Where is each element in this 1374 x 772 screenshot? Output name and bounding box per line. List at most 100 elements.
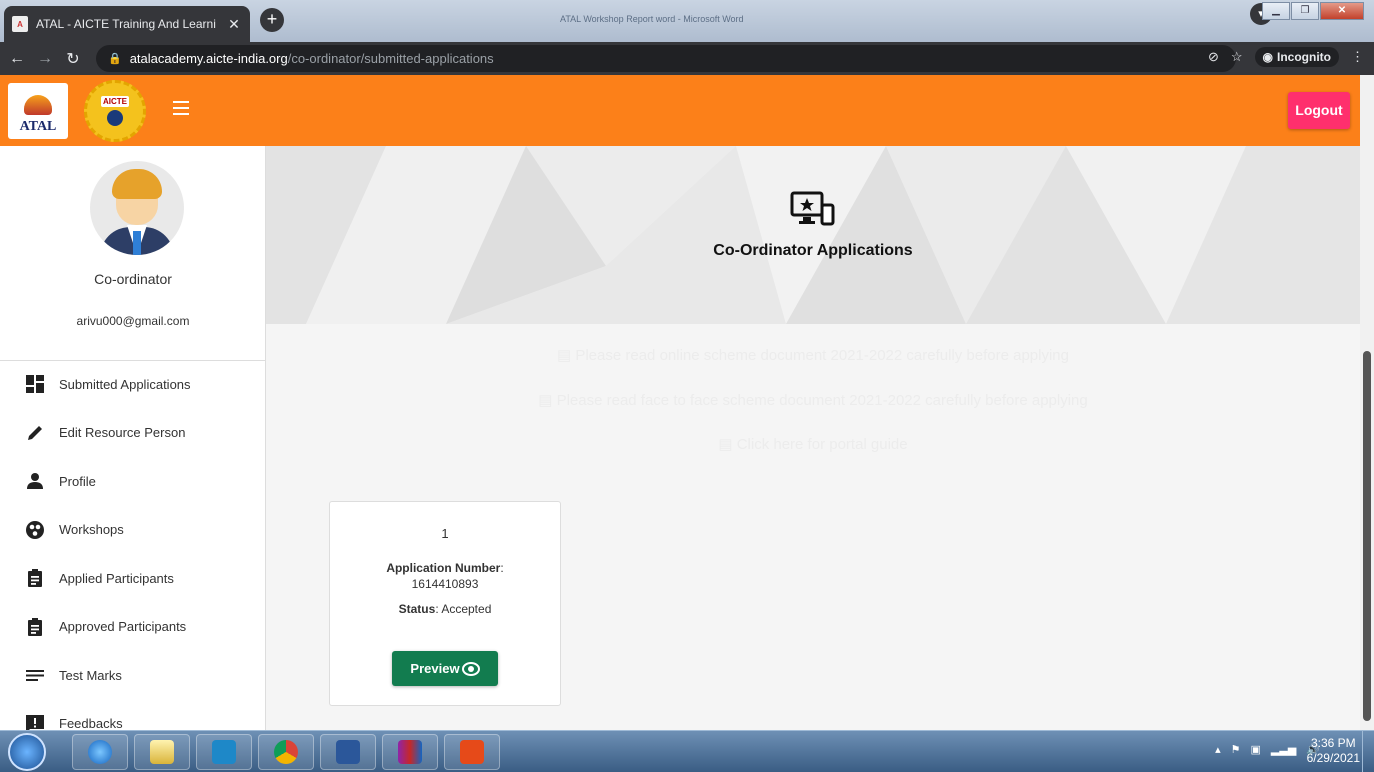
application-number: 1614410893	[411, 577, 479, 591]
status-label: Status	[398, 602, 436, 616]
minimize-button[interactable]: ▁	[1262, 2, 1290, 20]
window-controls: ▁ ❐ ✕	[1261, 2, 1364, 20]
network-icon[interactable]: ▣	[1251, 743, 1261, 756]
winrar-icon[interactable]	[382, 734, 438, 770]
portal-guide-link[interactable]: ▤ Click here for portal guide	[266, 435, 1360, 453]
chrome-icon[interactable]	[258, 734, 314, 770]
incognito-icon: ◉	[1262, 50, 1273, 64]
sidebar: Co-ordinator arivu000@gmail.com Submitte…	[0, 146, 266, 730]
browser-tab[interactable]: A ATAL - AICTE Training And Learni ✕	[4, 6, 250, 42]
notice-face-to-face-scheme-link[interactable]: ▤ Please read face to face scheme docume…	[266, 391, 1360, 409]
sidebar-item-label: Profile	[59, 473, 96, 489]
show-desktop-button[interactable]	[1362, 731, 1374, 772]
taskbar-clock[interactable]: 3:36 PM 6/29/2021	[1307, 736, 1360, 766]
main-content: Co-Ordinator Applications ▤ Please read …	[266, 146, 1360, 730]
sidebar-item-label: Feedbacks	[59, 716, 123, 730]
dashboard-icon	[26, 375, 44, 394]
scrollbar-thumb[interactable]	[1363, 351, 1371, 721]
notice-text: Click here for portal guide	[736, 436, 908, 453]
word-icon[interactable]	[320, 734, 376, 770]
preview-button[interactable]: Preview	[392, 651, 498, 686]
pencil-icon	[26, 424, 44, 442]
windows-taskbar: ▴ ⚑ ▣ ▂▃▅ 🔊 3:36 PM 6/29/2021	[0, 730, 1374, 772]
sidebar-item-label: Test Marks	[59, 667, 122, 683]
system-tray: ▴ ⚑ ▣ ▂▃▅ 🔊	[1205, 743, 1320, 756]
clock-time: 3:36 PM	[1310, 736, 1356, 750]
document-icon: ▤	[557, 347, 576, 364]
sidebar-item-workshops[interactable]: Workshops	[0, 506, 265, 555]
sidebar-item-label: Applied Participants	[59, 570, 174, 586]
address-bar[interactable]: 🔒 atalacademy.aicte-india.org/co-ordinat…	[96, 45, 1236, 72]
application-index: 1	[441, 526, 449, 541]
desktop-star-icon	[790, 191, 835, 226]
app-header: ATAL AICTE Logout	[0, 75, 1360, 146]
sidebar-item-submitted-applications[interactable]: Submitted Applications	[0, 360, 265, 409]
sidebar-item-label: Edit Resource Person	[59, 425, 186, 441]
incognito-badge[interactable]: ◉ Incognito	[1254, 47, 1339, 67]
reload-icon[interactable]: ↻	[62, 49, 84, 69]
close-window-button[interactable]: ✕	[1320, 2, 1364, 20]
kebab-menu-icon[interactable]: ⋮	[1351, 49, 1364, 65]
tab-title: ATAL - AICTE Training And Learni	[36, 17, 216, 31]
page-title: Co-Ordinator Applications	[713, 242, 913, 259]
maximize-button[interactable]: ❐	[1291, 2, 1319, 20]
sidebar-item-feedbacks[interactable]: Feedbacks	[0, 700, 265, 730]
notice-text: Please read online scheme document 2021-…	[575, 347, 1069, 364]
url-path: /co-ordinator/submitted-applications	[287, 51, 494, 66]
url-host: atalacademy.aicte-india.org	[129, 51, 288, 66]
incognito-label: Incognito	[1277, 50, 1331, 64]
lock-icon: 🔒	[108, 53, 122, 65]
emblem-icon	[107, 110, 123, 126]
sidebar-item-label: Approved Participants	[59, 619, 187, 635]
application-number-label: Application Number	[386, 561, 501, 575]
sidebar-item-applied-participants[interactable]: Applied Participants	[0, 554, 265, 603]
media-player-icon[interactable]	[196, 734, 252, 770]
avatar	[90, 161, 184, 255]
feedback-icon	[26, 714, 44, 730]
sidebar-item-profile[interactable]: Profile	[0, 457, 265, 506]
sidebar-item-approved-participants[interactable]: Approved Participants	[0, 603, 265, 652]
tracking-off-icon[interactable]: ⊘	[1208, 49, 1219, 65]
person-icon	[26, 472, 44, 490]
show-hidden-icons-icon[interactable]: ▴	[1215, 743, 1221, 756]
file-explorer-icon[interactable]	[134, 734, 190, 770]
site-favicon-icon: A	[12, 16, 28, 32]
sidebar-item-label: Workshops	[59, 522, 124, 538]
background-window-title: ATAL Workshop Report word - Microsoft Wo…	[560, 14, 744, 24]
user-role: Co-ordinator	[94, 271, 172, 287]
page-hero: Co-Ordinator Applications	[266, 146, 1360, 324]
aicte-logo[interactable]: AICTE	[84, 80, 146, 142]
notice-online-scheme-link[interactable]: ▤ Please read online scheme document 202…	[266, 346, 1360, 364]
app-icon[interactable]	[444, 734, 500, 770]
document-icon: ▤	[718, 436, 737, 453]
new-tab-button[interactable]: +	[260, 8, 284, 32]
flag-icon[interactable]: ⚑	[1231, 743, 1241, 756]
clock-date: 6/29/2021	[1306, 751, 1360, 765]
tab-close-icon[interactable]: ✕	[226, 16, 242, 33]
forward-arrow-icon[interactable]: →	[34, 50, 56, 68]
internet-explorer-icon[interactable]	[72, 734, 128, 770]
page-scrollbar[interactable]	[1360, 75, 1374, 730]
sidebar-item-label: Submitted Applications	[59, 376, 191, 392]
sidebar-item-edit-resource-person[interactable]: Edit Resource Person	[0, 409, 265, 458]
sidebar-menu: Submitted Applications Edit Resource Per…	[0, 360, 265, 730]
document-icon: ▤	[538, 392, 557, 409]
atal-logo-text: ATAL	[19, 119, 57, 134]
start-button[interactable]	[8, 733, 46, 771]
status-value: Accepted	[441, 602, 492, 616]
notice-text: Please read face to face scheme document…	[556, 392, 1088, 409]
clipboard-icon	[26, 569, 44, 588]
atal-logo[interactable]: ATAL	[8, 83, 68, 139]
signal-icon[interactable]: ▂▃▅	[1271, 743, 1296, 756]
hamburger-menu-icon[interactable]	[173, 101, 189, 119]
back-arrow-icon[interactable]: ←	[6, 50, 28, 68]
logout-button[interactable]: Logout	[1288, 92, 1350, 129]
workshop-icon	[26, 520, 44, 539]
flame-icon	[24, 95, 52, 115]
user-email: arivu000@gmail.com	[76, 314, 190, 328]
clipboard-icon	[26, 617, 44, 636]
bookmark-star-icon[interactable]: ☆	[1231, 49, 1243, 65]
sidebar-item-test-marks[interactable]: Test Marks	[0, 651, 265, 700]
list-icon	[26, 666, 44, 684]
browser-tabstrip: A ATAL - AICTE Training And Learni ✕ + A…	[0, 0, 1374, 42]
